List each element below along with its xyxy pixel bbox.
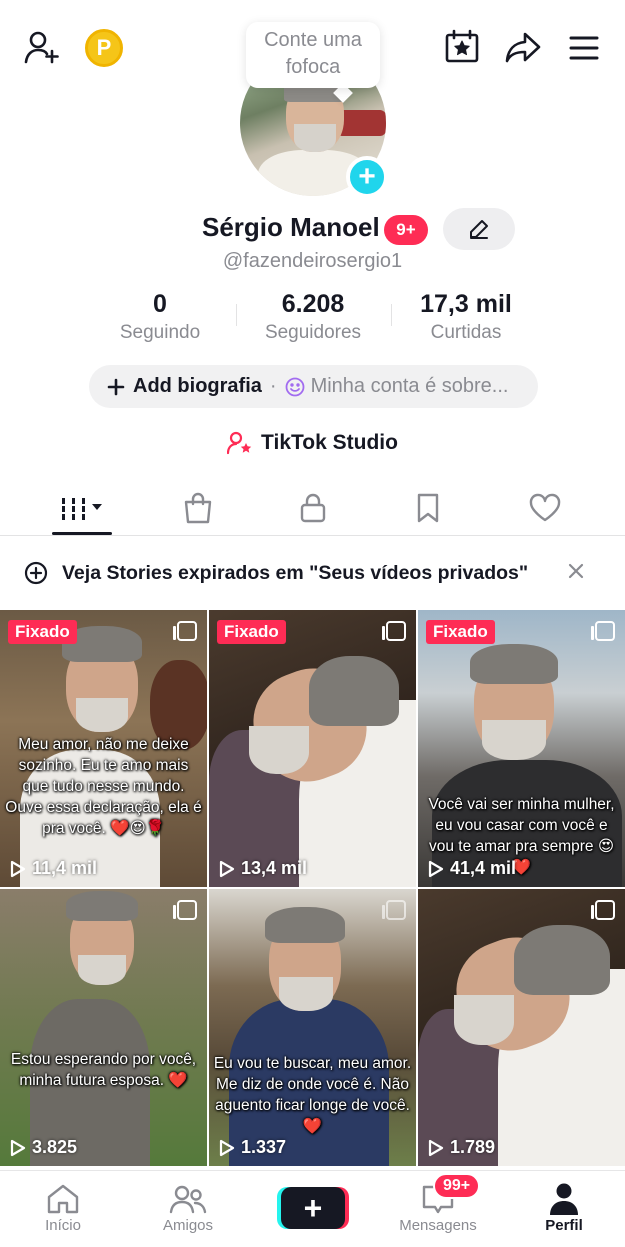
studio-label: TikTok Studio (261, 431, 398, 454)
nav-home-label: Início (45, 1217, 81, 1234)
play-icon (428, 860, 444, 877)
share-icon[interactable] (503, 28, 543, 68)
add-friend-icon[interactable] (22, 28, 62, 68)
play-icon (10, 1139, 26, 1156)
photo-carousel-icon (591, 621, 615, 641)
home-icon (47, 1184, 79, 1214)
view-count: 41,4 mil (428, 858, 516, 879)
stat-following-label: Seguindo (119, 322, 201, 343)
view-count: 3.825 (10, 1137, 77, 1158)
shopping-bag-icon (184, 492, 211, 524)
nav-home[interactable]: Início (13, 1181, 113, 1234)
note-bubble-line1: Conte uma (264, 29, 362, 51)
photo-carousel-icon (173, 900, 197, 920)
create-button[interactable]: + (281, 1187, 345, 1229)
video-tile[interactable]: Fixado Você vai ser minha mulher, eu vou… (418, 610, 625, 887)
tiktok-studio-link[interactable]: TikTok Studio (0, 426, 625, 460)
smiley-icon (285, 377, 304, 396)
pencil-icon (470, 220, 488, 239)
nav-profile-label: Perfil (545, 1217, 583, 1234)
stat-likes[interactable]: 17,3 mil Curtidas (391, 290, 541, 344)
bio-pill[interactable]: Add biografia · Minha conta é sobre... (89, 365, 538, 408)
edit-profile-button[interactable] (443, 208, 515, 250)
video-caption: Eu vou te buscar, meu amor. Me diz de on… (213, 1055, 412, 1135)
stat-likes-value: 17,3 mil (420, 290, 512, 318)
pinned-badge: Fixado (217, 620, 286, 644)
bottom-nav: Início Amigos + Mensagens 99+ Perfil (0, 1170, 625, 1247)
coin-label: P (96, 35, 112, 60)
play-icon (219, 1139, 235, 1156)
close-icon[interactable] (567, 562, 585, 580)
profile-name: Sérgio Manoel (202, 212, 380, 242)
view-count: 1.337 (219, 1137, 286, 1158)
play-icon (219, 860, 235, 877)
stat-likes-label: Curtidas (430, 322, 502, 343)
bookmark-icon (417, 493, 438, 523)
profile-tabs (0, 480, 625, 536)
video-tile[interactable]: Fixado 13,4 mil (209, 610, 416, 887)
stories-banner-text: Veja Stories expirados em "Seus vídeos p… (62, 561, 529, 584)
profile-icon (550, 1183, 578, 1215)
add-bio-button[interactable]: Add biografia (133, 375, 262, 398)
calendar-star-icon[interactable] (443, 28, 481, 66)
studio-icon (227, 431, 252, 455)
expired-stories-banner[interactable]: Veja Stories expirados em "Seus vídeos p… (0, 548, 625, 598)
heart-icon (529, 493, 560, 522)
play-icon (428, 1139, 444, 1156)
profile-handle: @fazendeirosergio1 (222, 250, 403, 272)
tab-private[interactable] (250, 480, 375, 536)
stat-following-value: 0 (153, 290, 167, 318)
profile-stats: 0 Seguindo 6.208 Seguidores 17,3 mil Cur… (0, 290, 625, 350)
note-bubble-line2: fofoca (285, 56, 341, 78)
nav-friends-label: Amigos (162, 1217, 214, 1234)
tab-saved[interactable] (365, 480, 490, 536)
photo-carousel-icon (173, 621, 197, 641)
video-tile[interactable]: Fixado Meu amor, não me deixe sozinho. E… (0, 610, 207, 887)
photo-carousel-icon (382, 621, 406, 641)
grid-columns-icon (61, 498, 102, 520)
photo-carousel-icon (382, 900, 406, 920)
note-bubble[interactable]: Conte uma fofoca (246, 22, 380, 88)
view-count: 11,4 mil (10, 858, 97, 879)
stat-followers-value: 6.208 (281, 290, 345, 318)
notifications-badge[interactable]: 9+ (384, 215, 428, 245)
pinned-badge: Fixado (8, 620, 77, 644)
pinned-badge: Fixado (426, 620, 495, 644)
view-count: 13,4 mil (219, 858, 307, 879)
video-caption: Estou esperando por você, minha futura e… (10, 1051, 197, 1089)
stat-followers-label: Seguidores (264, 322, 362, 343)
lock-icon (300, 493, 325, 523)
nav-friends[interactable]: Amigos (138, 1181, 238, 1234)
nav-profile[interactable]: Perfil (514, 1181, 614, 1234)
coin-icon[interactable]: P (85, 29, 123, 67)
tab-shop[interactable] (135, 480, 260, 536)
plus-icon (107, 378, 125, 395)
create-plus-icon: + (303, 1190, 323, 1226)
video-tile[interactable]: Estou esperando por você, minha futura e… (0, 889, 207, 1166)
add-story-icon[interactable]: + (346, 156, 388, 198)
add-story-outline-icon (24, 561, 48, 585)
tab-liked[interactable] (482, 480, 607, 536)
active-tab-indicator (52, 532, 112, 535)
about-account-prompt[interactable]: Minha conta é sobre... (311, 375, 509, 398)
stat-followers[interactable]: 6.208 Seguidores (238, 290, 388, 344)
bio-separator: · (269, 375, 277, 397)
messages-badge: 99+ (433, 1173, 481, 1199)
video-caption: Meu amor, não me deixe sozinho. Eu te am… (5, 736, 202, 837)
video-tile[interactable]: 1.789 (418, 889, 625, 1166)
video-grid: Fixado Meu amor, não me deixe sozinho. E… (0, 610, 625, 1170)
tab-videos[interactable] (20, 480, 145, 536)
friends-icon (169, 1185, 207, 1214)
stat-following[interactable]: 0 Seguindo (85, 290, 235, 344)
photo-carousel-icon (591, 900, 615, 920)
menu-icon[interactable] (566, 30, 602, 66)
video-tile[interactable]: Eu vou te buscar, meu amor. Me diz de on… (209, 889, 416, 1166)
play-icon (10, 860, 26, 877)
name-row: Sérgio Manoel 9+ (0, 208, 625, 252)
view-count: 1.789 (428, 1137, 495, 1158)
divider (236, 304, 237, 326)
nav-messages-label: Mensagens (399, 1217, 477, 1234)
